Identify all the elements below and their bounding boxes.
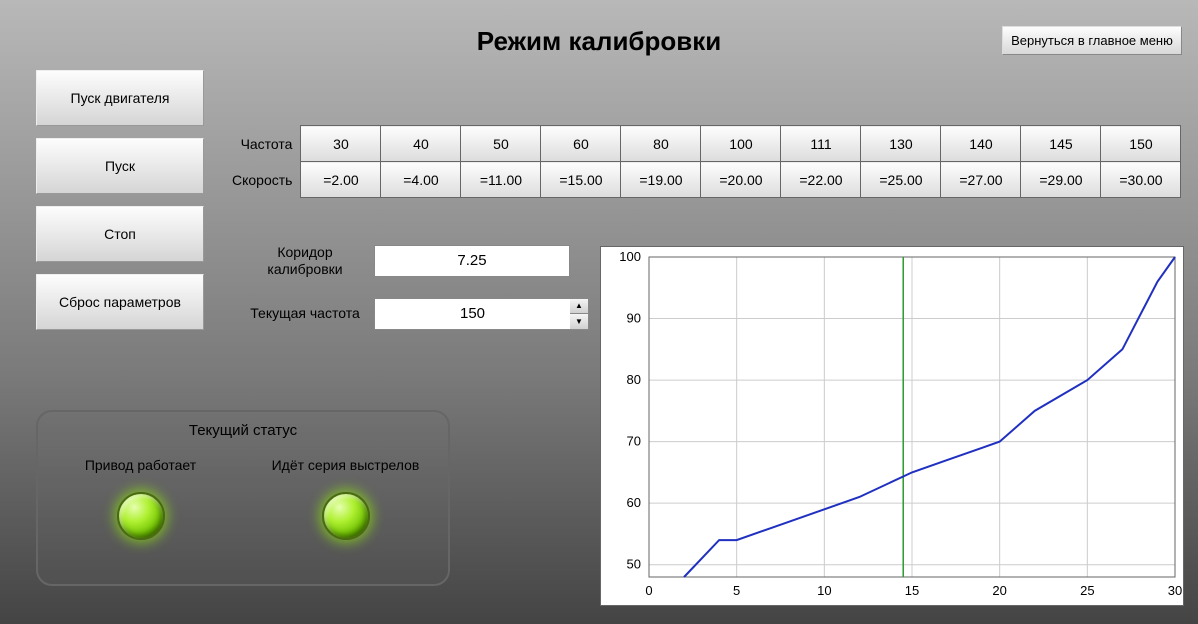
freq-cell: 150 [1101,126,1181,162]
stop-button[interactable]: Стоп [36,206,204,262]
speed-cell: =11.00 [461,162,541,198]
side-button-group: Пуск двигателя Пуск Стоп Сброс параметро… [36,70,204,330]
svg-text:80: 80 [627,372,641,387]
freq-cell: 145 [1021,126,1101,162]
freq-cell: 100 [701,126,781,162]
svg-text:0: 0 [645,583,652,598]
svg-text:10: 10 [817,583,831,598]
speed-cell: =19.00 [621,162,701,198]
parameters-block: Коридор калибровки 7.25 Текущая частота … [250,244,589,330]
svg-text:70: 70 [627,434,641,449]
svg-text:5: 5 [733,583,740,598]
current-frequency-input[interactable]: 150 [374,298,570,330]
series-status-col: Идёт серия выстрелов [266,457,426,540]
svg-text:20: 20 [992,583,1006,598]
drive-status-led-icon [117,492,165,540]
frequency-spinner: ▲ ▼ [570,298,589,330]
speed-cell: =29.00 [1021,162,1101,198]
status-panel-title: Текущий статус [38,422,448,439]
start-button[interactable]: Пуск [36,138,204,194]
calibration-table: Частота 30 40 50 60 80 100 111 130 140 1… [232,125,1181,198]
freq-cell: 30 [301,126,381,162]
svg-text:15: 15 [905,583,919,598]
svg-text:25: 25 [1080,583,1094,598]
freq-cell: 130 [861,126,941,162]
series-status-label: Идёт серия выстрелов [266,457,426,474]
spinner-up-button[interactable]: ▲ [570,299,588,314]
speed-row-header: Скорость [232,162,301,198]
speed-cell: =27.00 [941,162,1021,198]
freq-cell: 60 [541,126,621,162]
speed-cell: =25.00 [861,162,941,198]
freq-cell: 40 [381,126,461,162]
speed-cell: =30.00 [1101,162,1181,198]
back-to-main-menu-button[interactable]: Вернуться в главное меню [1002,26,1182,55]
speed-cell: =15.00 [541,162,621,198]
calibration-chart: 50 60 70 80 90 100 0 5 10 15 20 25 30 [600,246,1184,606]
speed-cell: =22.00 [781,162,861,198]
start-engine-button[interactable]: Пуск двигателя [36,70,204,126]
svg-text:100: 100 [619,249,641,264]
frequency-row: Частота 30 40 50 60 80 100 111 130 140 1… [232,126,1181,162]
drive-status-col: Привод работает [61,457,221,540]
speed-cell: =2.00 [301,162,381,198]
corridor-input[interactable]: 7.25 [374,245,570,277]
series-status-led-icon [322,492,370,540]
svg-text:60: 60 [627,495,641,510]
svg-text:30: 30 [1168,583,1182,598]
current-frequency-label: Текущая частота [250,305,360,322]
speed-cell: =4.00 [381,162,461,198]
freq-cell: 50 [461,126,541,162]
frequency-row-header: Частота [232,126,301,162]
speed-row: Скорость =2.00 =4.00 =11.00 =15.00 =19.0… [232,162,1181,198]
freq-cell: 140 [941,126,1021,162]
freq-cell: 111 [781,126,861,162]
corridor-label: Коридор калибровки [250,244,360,278]
status-panel: Текущий статус Привод работает Идёт сери… [36,410,450,586]
spinner-down-button[interactable]: ▼ [570,314,588,329]
svg-text:90: 90 [627,311,641,326]
reset-params-button[interactable]: Сброс параметров [36,274,204,330]
freq-cell: 80 [621,126,701,162]
drive-status-label: Привод работает [61,457,221,474]
svg-text:50: 50 [627,557,641,572]
speed-cell: =20.00 [701,162,781,198]
